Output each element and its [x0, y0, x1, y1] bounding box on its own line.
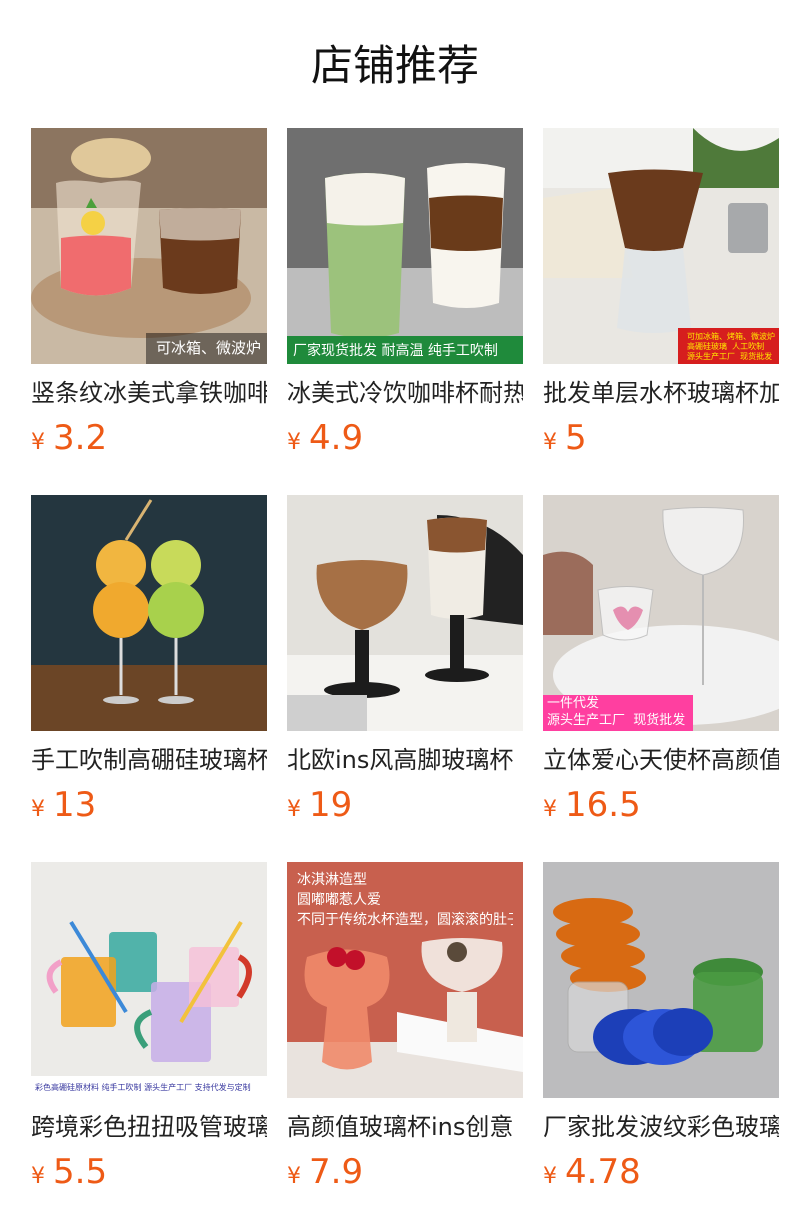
- product-price: ¥4.78: [543, 1152, 779, 1192]
- product-image[interactable]: [287, 495, 523, 731]
- currency-symbol: ¥: [287, 430, 301, 455]
- product-image[interactable]: 厂家现货批发 耐高温 纯手工吹制: [287, 128, 523, 364]
- product-name[interactable]: 北欧ins风高脚玻璃杯: [287, 745, 523, 775]
- product-overlay-text: 一件代发 源头生产工厂 现货批发: [547, 696, 686, 728]
- price-value: 7.9: [309, 1152, 364, 1192]
- product-name[interactable]: 立体爱心天使杯高颜值: [543, 745, 779, 775]
- product-card[interactable]: 冰淇淋造型 圆嘟嘟惹人爱 不同于传统水杯造型，圆滚滚的肚子，让人爱不释手 高颜值…: [287, 862, 523, 1192]
- product-image[interactable]: 可加冰箱、烤箱、微波炉 高硼硅玻璃 人工吹制 源头生产工厂 现货批发: [543, 128, 779, 364]
- currency-symbol: ¥: [543, 797, 557, 822]
- price-value: 5.5: [53, 1152, 108, 1192]
- product-card[interactable]: 厂家现货批发 耐高温 纯手工吹制 冰美式冷饮咖啡杯耐热 ¥4.9: [287, 128, 523, 458]
- product-card[interactable]: 厂家批发波纹彩色玻璃杯 ¥4.78: [543, 862, 779, 1192]
- product-card[interactable]: 北欧ins风高脚玻璃杯 ¥19: [287, 495, 523, 825]
- price-value: 4.78: [565, 1152, 641, 1192]
- product-name[interactable]: 手工吹制高硼硅玻璃杯: [31, 745, 267, 775]
- currency-symbol: ¥: [31, 1164, 45, 1189]
- product-card[interactable]: 可冰箱、微波炉 竖条纹冰美式拿铁咖啡杯 ¥3.2: [31, 128, 267, 458]
- price-value: 3.2: [53, 418, 108, 458]
- product-name[interactable]: 跨境彩色扭扭吸管玻璃杯: [31, 1112, 267, 1142]
- currency-symbol: ¥: [31, 430, 45, 455]
- price-value: 13: [53, 785, 97, 825]
- product-price: ¥19: [287, 785, 523, 825]
- price-value: 16.5: [565, 785, 641, 825]
- product-price: ¥5.5: [31, 1152, 267, 1192]
- price-value: 19: [309, 785, 353, 825]
- product-name[interactable]: 厂家批发波纹彩色玻璃杯: [543, 1112, 779, 1142]
- product-price: ¥7.9: [287, 1152, 523, 1192]
- product-image[interactable]: [543, 862, 779, 1098]
- currency-symbol: ¥: [543, 430, 557, 455]
- currency-symbol: ¥: [287, 1164, 301, 1189]
- product-card[interactable]: 一件代发 源头生产工厂 现货批发 立体爱心天使杯高颜值 ¥16.5: [543, 495, 779, 825]
- price-value: 4.9: [309, 418, 364, 458]
- product-image[interactable]: [31, 495, 267, 731]
- currency-symbol: ¥: [543, 1164, 557, 1189]
- product-image[interactable]: 冰淇淋造型 圆嘟嘟惹人爱 不同于传统水杯造型，圆滚滚的肚子，让人爱不释手: [287, 862, 523, 1098]
- product-card[interactable]: 彩色高硼硅原材料 纯手工吹制 源头生产工厂 支持代发与定制 跨境彩色扭扭吸管玻璃…: [31, 862, 267, 1192]
- product-image[interactable]: 一件代发 源头生产工厂 现货批发: [543, 495, 779, 731]
- product-price: ¥4.9: [287, 418, 523, 458]
- product-overlay-text: 可冰箱、微波炉: [155, 339, 261, 357]
- product-price: ¥5: [543, 418, 779, 458]
- product-price: ¥16.5: [543, 785, 779, 825]
- product-image[interactable]: 彩色高硼硅原材料 纯手工吹制 源头生产工厂 支持代发与定制: [31, 862, 267, 1098]
- currency-symbol: ¥: [31, 797, 45, 822]
- product-overlay-text: 可加冰箱、烤箱、微波炉 高硼硅玻璃 人工吹制 源头生产工厂 现货批发: [687, 332, 775, 361]
- currency-symbol: ¥: [287, 797, 301, 822]
- product-name[interactable]: 冰美式冷饮咖啡杯耐热: [287, 378, 523, 408]
- product-image[interactable]: 可冰箱、微波炉: [31, 128, 267, 364]
- product-card[interactable]: 可加冰箱、烤箱、微波炉 高硼硅玻璃 人工吹制 源头生产工厂 现货批发 批发单层水…: [543, 128, 779, 458]
- product-name[interactable]: 高颜值玻璃杯ins创意: [287, 1112, 523, 1142]
- product-price: ¥13: [31, 785, 267, 825]
- product-name[interactable]: 批发单层水杯玻璃杯加厚: [543, 378, 779, 408]
- product-price: ¥3.2: [31, 418, 267, 458]
- product-overlay-text: 彩色高硼硅原材料 纯手工吹制 源头生产工厂 支持代发与定制: [35, 1083, 251, 1092]
- product-overlay-text: 厂家现货批发 耐高温 纯手工吹制: [293, 343, 498, 359]
- product-card[interactable]: 手工吹制高硼硅玻璃杯 ¥13: [31, 495, 267, 825]
- price-value: 5: [565, 418, 587, 458]
- page-title: 店铺推荐: [310, 41, 479, 90]
- product-name[interactable]: 竖条纹冰美式拿铁咖啡杯: [31, 378, 267, 408]
- product-overlay-text: 冰淇淋造型 圆嘟嘟惹人爱 不同于传统水杯造型，圆滚滚的肚子，让人爱不释手: [297, 872, 513, 928]
